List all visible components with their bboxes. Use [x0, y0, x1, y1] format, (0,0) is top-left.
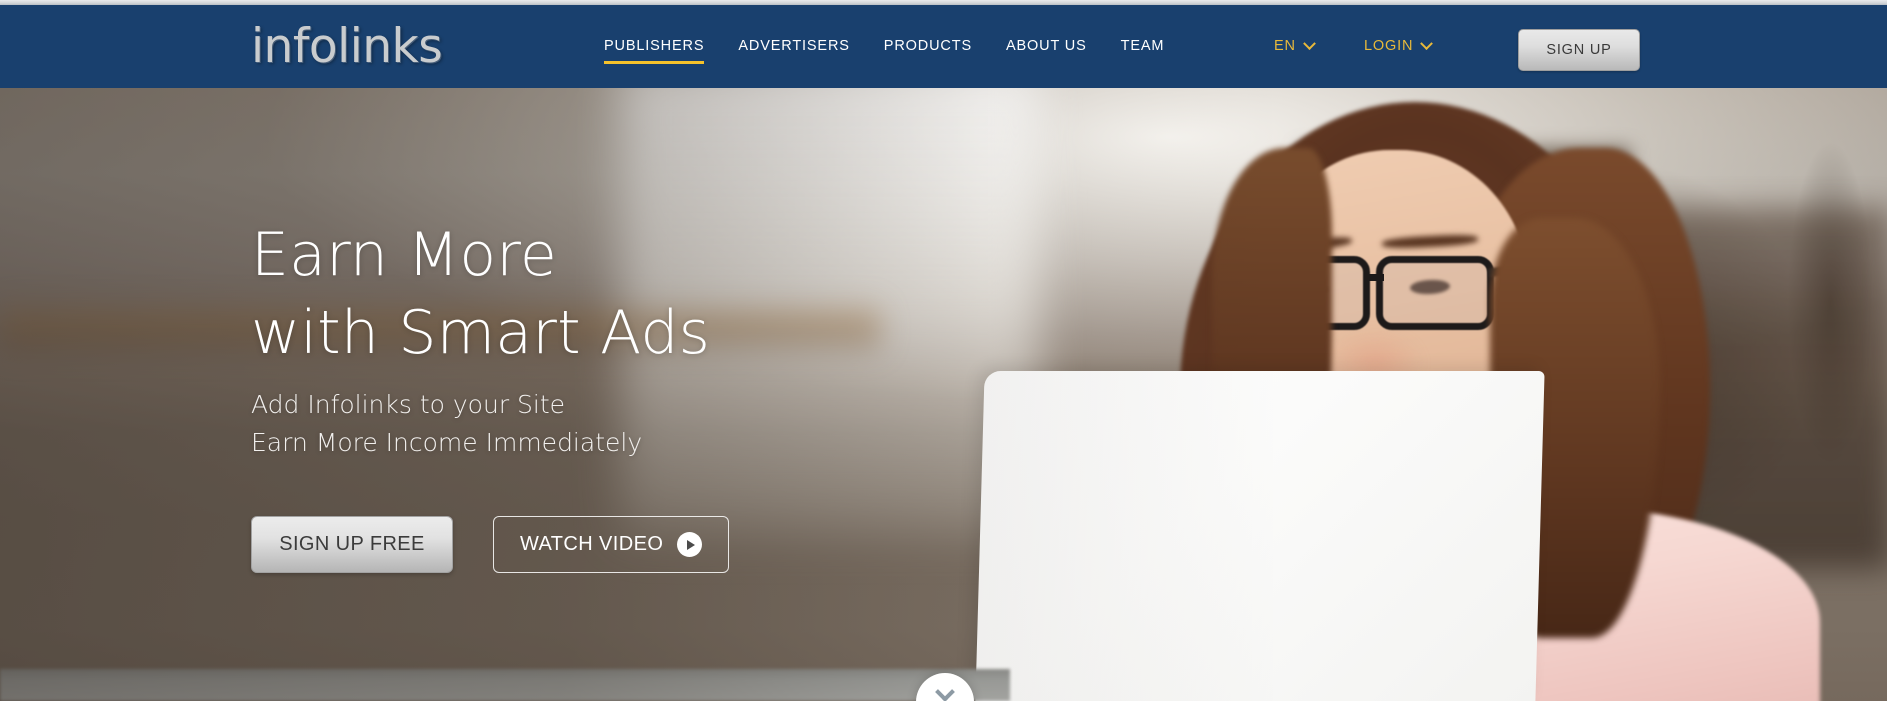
hero-section: Earn More with Smart Ads Add Infolinks t… [0, 88, 1887, 701]
chevron-down-icon [935, 682, 955, 701]
nav-item-team[interactable]: TEAM [1121, 37, 1165, 64]
login-menu[interactable]: LOGIN [1364, 36, 1434, 54]
watch-video-button[interactable]: WATCH VIDEO [493, 516, 730, 573]
chevron-down-icon [1302, 36, 1316, 50]
header-signup-button[interactable]: SIGN UP [1518, 29, 1640, 71]
site-header: infolinks PUBLISHERS ADVERTISERS PRODUCT… [0, 5, 1887, 88]
language-selector[interactable]: EN [1274, 36, 1316, 54]
watch-video-label: WATCH VIDEO [520, 533, 664, 555]
hero-copy: Earn More with Smart Ads Add Infolinks t… [251, 88, 730, 573]
infolinks-logo[interactable]: infolinks [251, 22, 443, 72]
play-circle-icon [677, 532, 703, 557]
hero-headline-line2: with Smart Ads [251, 298, 711, 368]
signup-free-button[interactable]: SIGN UP FREE [251, 516, 453, 573]
chevron-down-icon [1420, 36, 1434, 50]
nav-item-about-us[interactable]: ABOUT US [1006, 37, 1087, 64]
hero-subline-line1: Add Infolinks to your Site [251, 390, 566, 419]
nav-item-advertisers[interactable]: ADVERTISERS [738, 37, 849, 64]
main-navigation: PUBLISHERS ADVERTISERS PRODUCTS ABOUT US… [604, 37, 1164, 64]
nav-item-products[interactable]: PRODUCTS [884, 37, 972, 64]
hero-cta-row: SIGN UP FREE WATCH VIDEO [251, 516, 730, 573]
window-top-edge [0, 0, 1887, 5]
language-label: EN [1274, 38, 1296, 54]
hero-headline-line1: Earn More [251, 220, 557, 290]
login-label: LOGIN [1364, 38, 1414, 54]
hero-subline-line2: Earn More Income Immediately [251, 428, 643, 457]
nav-item-publishers[interactable]: PUBLISHERS [604, 37, 705, 64]
